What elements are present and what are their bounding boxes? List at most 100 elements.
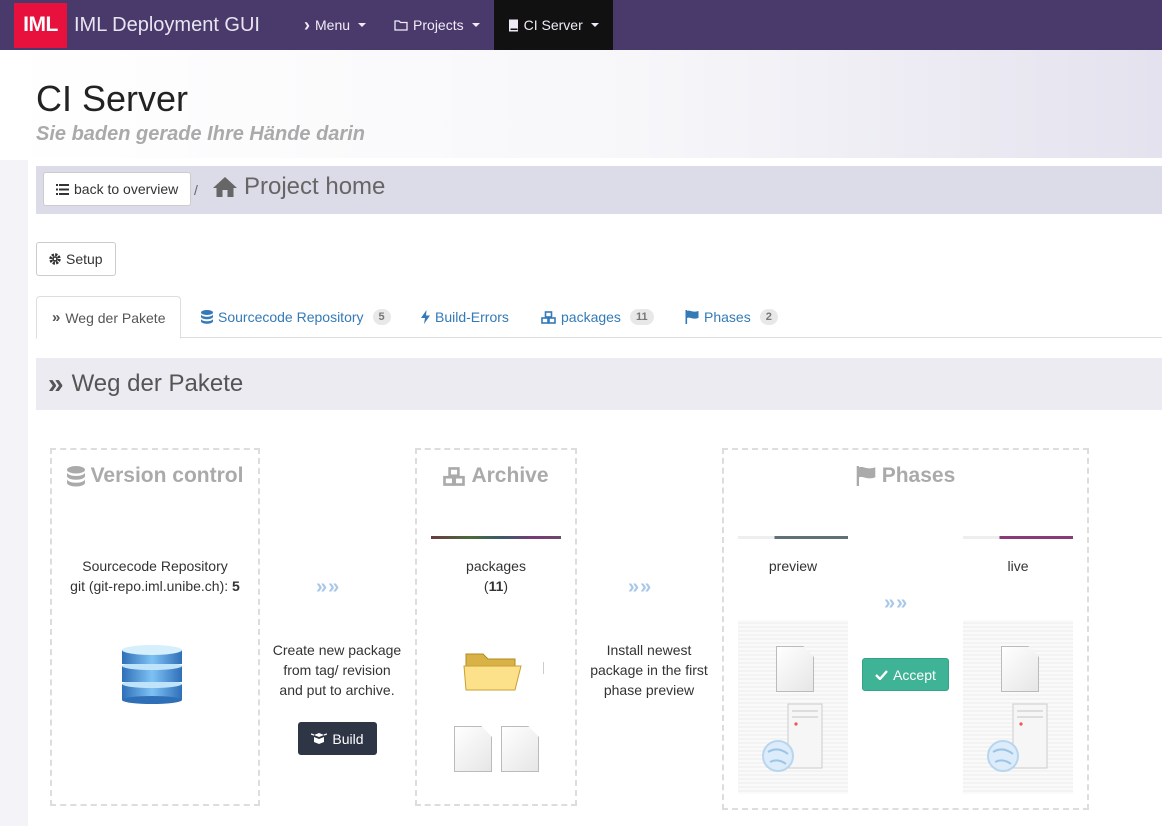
phase-live-panel[interactable] bbox=[963, 620, 1073, 794]
install-step-description: Install newest package in the first phas… bbox=[584, 640, 714, 700]
build-step-line: and put to archive. bbox=[279, 682, 395, 698]
box-icon bbox=[311, 733, 328, 744]
breadcrumb-separator: / bbox=[194, 182, 198, 198]
archive-title-label: Archive bbox=[471, 464, 549, 487]
repository-git: git (git-repo.iml.unibe.ch): 5 bbox=[52, 576, 258, 596]
tab-packages[interactable]: packages 11 bbox=[541, 296, 654, 338]
repository-label: Sourcecode Repository bbox=[82, 558, 228, 574]
nav-menu[interactable]: › Menu bbox=[290, 0, 380, 50]
cubes-icon bbox=[443, 466, 466, 486]
accept-button[interactable]: Accept bbox=[862, 658, 949, 691]
tab-sourcecode-repository[interactable]: Sourcecode Repository 5 bbox=[201, 296, 391, 338]
section-title: » Weg der Pakete bbox=[48, 370, 243, 398]
web-server-icon bbox=[987, 703, 1048, 772]
list-icon bbox=[56, 183, 69, 195]
repository-count: 5 bbox=[232, 578, 240, 594]
folder-icon bbox=[394, 20, 408, 31]
page-subtitle: Sie baden gerade Ihre Hände darin bbox=[36, 123, 365, 145]
double-chevron-icon: » bbox=[48, 368, 64, 399]
packages-count: 11 bbox=[488, 578, 504, 594]
install-step-line: package in the first bbox=[590, 662, 708, 678]
version-control-title: Version control bbox=[52, 464, 258, 488]
build-button-label: Build bbox=[332, 730, 364, 747]
install-step-line: Install newest bbox=[606, 642, 692, 658]
tab-build-errors[interactable]: Build-Errors bbox=[421, 296, 509, 338]
accept-button-label: Accept bbox=[893, 666, 936, 683]
double-chevron-icon: » bbox=[52, 309, 61, 326]
build-button[interactable]: Build bbox=[298, 722, 377, 755]
flag-icon bbox=[856, 466, 876, 486]
nav-projects[interactable]: Projects bbox=[380, 0, 494, 50]
phases-title: Phases bbox=[724, 464, 1087, 488]
book-icon bbox=[508, 19, 518, 31]
content-panel: back to overview / Project home Setup » … bbox=[28, 158, 1162, 826]
preview-color-stripe bbox=[738, 536, 848, 539]
open-folder-icon bbox=[463, 653, 522, 691]
caret-down-icon bbox=[358, 23, 367, 27]
database-large-icon bbox=[122, 645, 182, 704]
flag-icon bbox=[685, 310, 699, 324]
lightning-icon bbox=[421, 310, 430, 324]
brand-logo[interactable]: IML bbox=[14, 2, 67, 48]
gear-icon bbox=[49, 253, 61, 265]
archive-box: Archive packages (11) bbox=[415, 448, 577, 806]
tab-phases[interactable]: Phases 2 bbox=[685, 296, 778, 338]
web-server-icon bbox=[762, 703, 823, 772]
nav-menu-label: Menu bbox=[315, 17, 351, 33]
archive-title: Archive bbox=[417, 464, 575, 488]
page-title: CI Server bbox=[36, 78, 189, 119]
back-to-overview-button[interactable]: back to overview bbox=[43, 172, 192, 206]
repository-git-url: git (git-repo.iml.unibe.ch): bbox=[70, 578, 233, 594]
chevron-right-icon: › bbox=[304, 14, 310, 35]
flow-arrow-icon: »» bbox=[628, 576, 653, 598]
file-icon bbox=[776, 646, 814, 692]
nav-projects-label: Projects bbox=[413, 17, 464, 33]
flow-arrow-icon: »» bbox=[884, 592, 909, 614]
nav-ci-server[interactable]: CI Server bbox=[493, 0, 613, 50]
database-icon bbox=[201, 310, 213, 324]
archive-color-stripe bbox=[431, 536, 561, 539]
tab-weg-der-pakete[interactable]: » Weg der Pakete bbox=[36, 296, 182, 339]
version-control-box: Version control Sourcecode Repository gi… bbox=[50, 448, 260, 806]
divider bbox=[543, 662, 544, 674]
cubes-icon bbox=[541, 310, 556, 324]
tab-label: Phases bbox=[704, 309, 751, 325]
packages-count-wrap: (11) bbox=[417, 576, 575, 596]
phases-box: Phases preview »» Accept live bbox=[722, 448, 1089, 810]
tab-label: Weg der Pakete bbox=[65, 309, 166, 326]
file-icon bbox=[454, 726, 492, 772]
breadcrumb: back to overview / Project home bbox=[36, 166, 1162, 214]
tab-bar: » Weg der Pakete Sourcecode Repository 5… bbox=[36, 296, 1162, 339]
page-header: CI Server Sie baden gerade Ihre Hände da… bbox=[0, 50, 1162, 160]
phase-live-label[interactable]: live bbox=[963, 556, 1073, 576]
caret-down-icon bbox=[471, 23, 480, 27]
packages-label: packages bbox=[466, 558, 526, 574]
tab-badge: 2 bbox=[759, 309, 778, 325]
check-icon bbox=[875, 670, 888, 680]
tab-label: Sourcecode Repository bbox=[218, 309, 364, 325]
repository-info[interactable]: Sourcecode Repository git (git-repo.iml.… bbox=[52, 556, 258, 596]
brand-title[interactable]: IML Deployment GUI bbox=[74, 14, 260, 37]
phase-preview-label[interactable]: preview bbox=[738, 556, 848, 576]
build-step-line: from tag/ revision bbox=[283, 662, 391, 678]
setup-label: Setup bbox=[66, 251, 103, 267]
setup-button[interactable]: Setup bbox=[36, 242, 116, 276]
build-step-line: Create new package bbox=[272, 642, 402, 658]
phase-preview-panel[interactable] bbox=[738, 620, 848, 794]
tab-badge: 11 bbox=[629, 309, 654, 325]
version-control-title-label: Version control bbox=[90, 464, 244, 487]
section-title-label: Weg der Pakete bbox=[71, 370, 244, 397]
nav-ci-server-label: CI Server bbox=[523, 17, 583, 33]
home-icon bbox=[213, 177, 237, 197]
flow-arrow-icon: »» bbox=[316, 576, 341, 598]
file-icon bbox=[501, 726, 539, 772]
phases-title-label: Phases bbox=[881, 464, 956, 487]
caret-down-icon bbox=[590, 23, 599, 27]
section-header: » Weg der Pakete bbox=[36, 358, 1162, 410]
project-home-label: Project home bbox=[244, 173, 386, 200]
packages-info[interactable]: packages (11) bbox=[417, 556, 575, 596]
packages-count-close: ) bbox=[503, 578, 509, 594]
tab-label: Build-Errors bbox=[435, 309, 509, 325]
tab-label: packages bbox=[561, 309, 621, 325]
tab-badge: 5 bbox=[372, 309, 391, 325]
